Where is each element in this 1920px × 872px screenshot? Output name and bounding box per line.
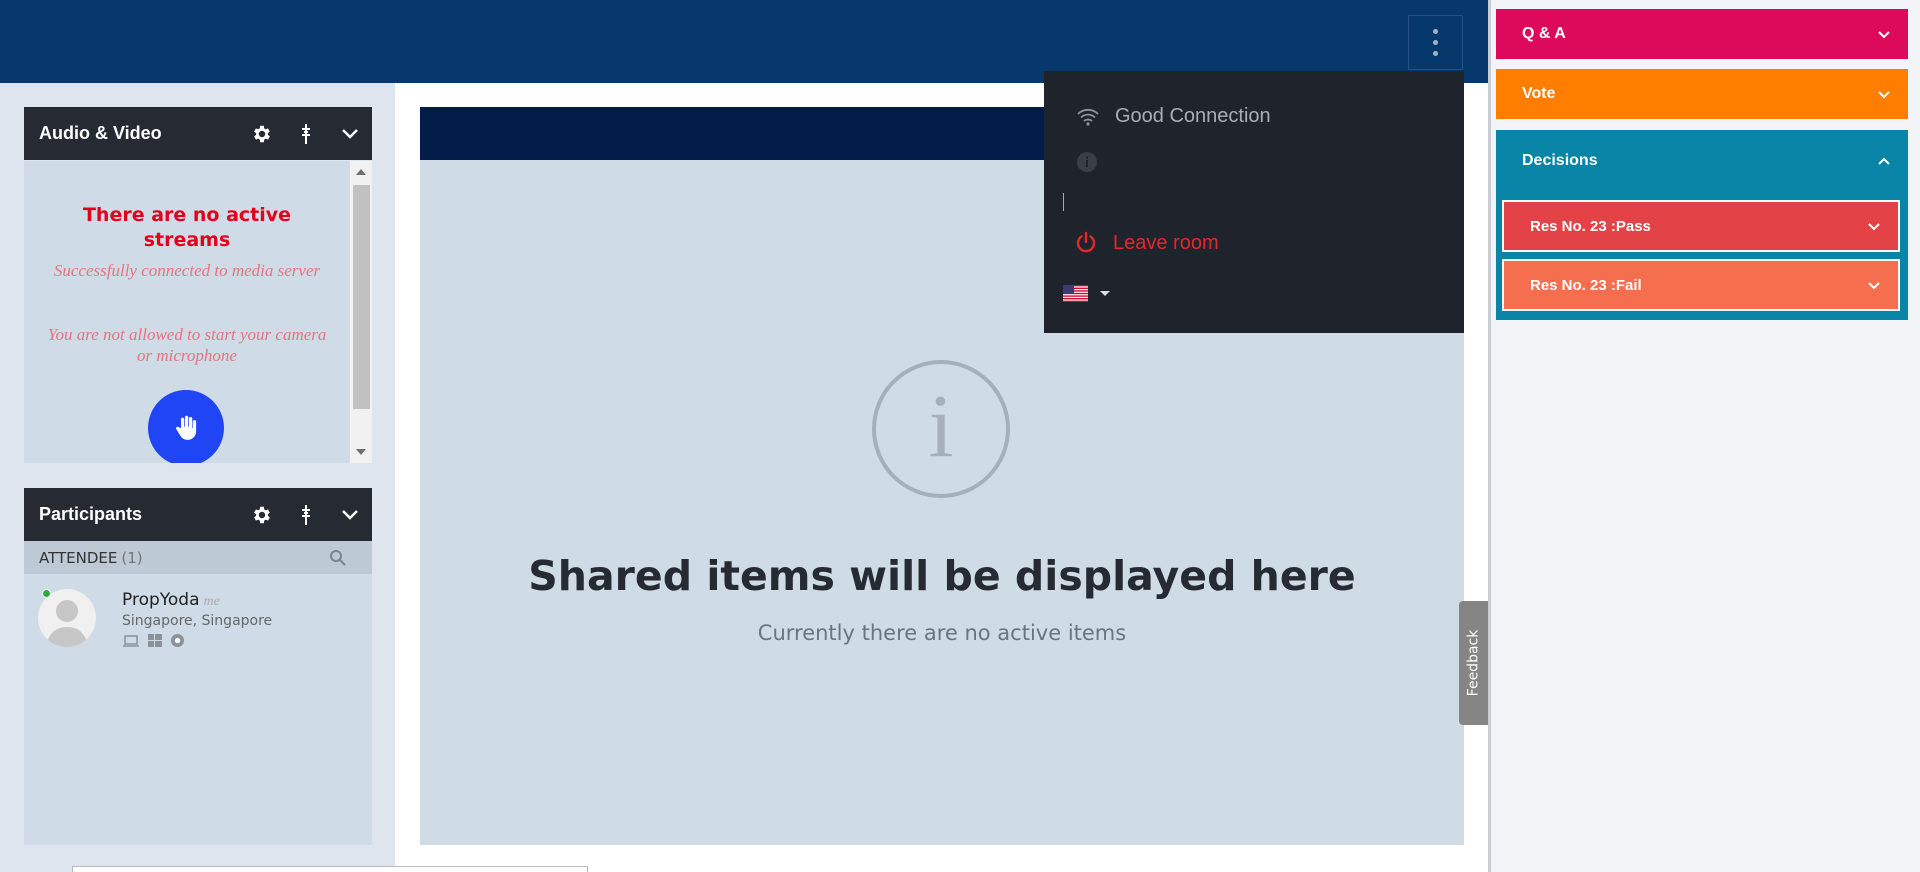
chevron-down-icon [1878, 30, 1890, 38]
shared-items-subtitle: Currently there are no active items [757, 621, 1127, 645]
decisions-header[interactable]: Decisions [1496, 130, 1908, 192]
audio-video-body: There are no active streams Successfully… [24, 161, 372, 463]
info-icon: i [872, 360, 1010, 498]
feedback-label: Feedback [1465, 629, 1482, 697]
participants-title: Participants [39, 504, 143, 524]
audio-video-collapse-button[interactable] [328, 107, 372, 160]
decisions-accordion: Decisions Res No. 23 :Pass Res No. 23 :F… [1496, 130, 1908, 320]
text-cursor [1063, 193, 1064, 211]
participant-name-row: PropYoda me [122, 590, 220, 610]
chevron-down-icon [342, 128, 358, 139]
qa-label: Q & A [1522, 25, 1566, 42]
participant-me-tag: me [203, 594, 220, 609]
scroll-down-icon[interactable] [356, 449, 366, 455]
info-row[interactable] [1076, 151, 1098, 173]
vote-label: Vote [1522, 85, 1556, 102]
audio-video-scrollbar[interactable] [350, 161, 372, 463]
right-sidebar: Q & A Vote Decisions Res No. 23 :Pass Re… [1491, 0, 1920, 872]
more-vertical-icon [1433, 29, 1438, 34]
vote-accordion[interactable]: Vote [1496, 69, 1908, 119]
raise-hand-button[interactable] [148, 390, 224, 463]
bottom-scroll-region [72, 866, 588, 872]
participants-pin-button[interactable] [284, 488, 328, 541]
no-streams-message: There are no active streams [82, 204, 292, 251]
info-icon [1077, 152, 1097, 172]
qa-accordion[interactable]: Q & A [1496, 9, 1908, 59]
chevron-down-icon [1878, 90, 1890, 98]
us-flag-icon [1063, 285, 1088, 302]
participant-location: Singapore, Singapore [122, 613, 273, 629]
pin-icon [302, 504, 310, 525]
qa-chevron [1860, 30, 1908, 39]
chrome-icon [171, 634, 184, 647]
audio-video-header-icons [240, 107, 372, 160]
connection-status-label: Good Connection [1115, 105, 1271, 127]
leave-room-button[interactable]: Leave room [1074, 231, 1219, 255]
decision-item-label: Res No. 23 :Fail [1530, 276, 1642, 294]
gear-icon [254, 506, 270, 523]
decision-item-label: Res No. 23 :Pass [1530, 217, 1651, 235]
pin-icon [302, 123, 310, 144]
raise-hand-icon [176, 415, 197, 440]
vote-chevron [1860, 90, 1908, 99]
decision-item-chevron [1850, 222, 1898, 231]
audio-video-settings-button[interactable] [240, 107, 284, 160]
participant-devices [122, 633, 185, 648]
info-icon-glyph: i [928, 377, 954, 476]
attendee-count: (1) [121, 548, 143, 567]
connected-message: Successfully connected to media server [53, 261, 321, 280]
more-vertical-icon-dot [1433, 51, 1438, 56]
search-icon [330, 550, 346, 566]
more-menu-button[interactable] [1408, 15, 1463, 70]
audio-video-header: Audio & Video [24, 107, 372, 160]
participant-item[interactable]: PropYoda me Singapore, Singapore [38, 589, 358, 659]
participants-collapse-button[interactable] [328, 488, 372, 541]
decisions-chevron [1860, 157, 1908, 166]
decision-item[interactable]: Res No. 23 :Fail [1502, 259, 1900, 311]
chevron-down-icon [342, 509, 358, 520]
gear-icon [254, 125, 270, 142]
more-menu-dropdown: Good Connection Leave room [1044, 71, 1464, 333]
feedback-tab[interactable]: Feedback [1459, 601, 1488, 725]
attendee-group-header[interactable]: ATTENDEE (1) [24, 541, 372, 574]
chevron-down-icon [1868, 281, 1880, 289]
decision-item-chevron [1850, 281, 1898, 290]
chevron-down-icon [1868, 222, 1880, 230]
shared-items-title: Shared items will be displayed here [528, 552, 1356, 600]
audio-video-pin-button[interactable] [284, 107, 328, 160]
power-icon [1076, 231, 1096, 253]
connection-status: Good Connection [1076, 105, 1271, 128]
decision-item[interactable]: Res No. 23 :Pass [1502, 200, 1900, 252]
wifi-icon [1077, 108, 1099, 126]
not-allowed-message: You are not allowed to start your camera… [47, 325, 327, 365]
participants-header: Participants [24, 488, 372, 541]
audio-video-title: Audio & Video [39, 123, 162, 143]
participants-settings-button[interactable] [240, 488, 284, 541]
participant-search-button[interactable] [329, 549, 346, 570]
language-selector[interactable] [1063, 285, 1110, 302]
decisions-label: Decisions [1522, 152, 1598, 169]
leave-room-label: Leave room [1113, 231, 1219, 254]
app-root: Audio & Video There are no active stream… [0, 0, 1920, 872]
more-vertical-icon-dot [1433, 40, 1438, 45]
participants-body: ATTENDEE (1) PropYoda me Singapore, Singa… [24, 541, 372, 845]
windows-icon [148, 634, 162, 647]
scroll-up-icon[interactable] [356, 169, 366, 175]
online-status-dot [42, 589, 51, 598]
attendee-label: ATTENDEE [39, 548, 118, 567]
laptop-icon [123, 634, 139, 647]
chevron-up-icon [1878, 157, 1890, 165]
scrollbar-thumb[interactable] [353, 185, 370, 409]
participants-header-icons [240, 488, 372, 541]
participant-name: PropYoda [122, 590, 200, 610]
chevron-down-icon [1100, 291, 1110, 296]
